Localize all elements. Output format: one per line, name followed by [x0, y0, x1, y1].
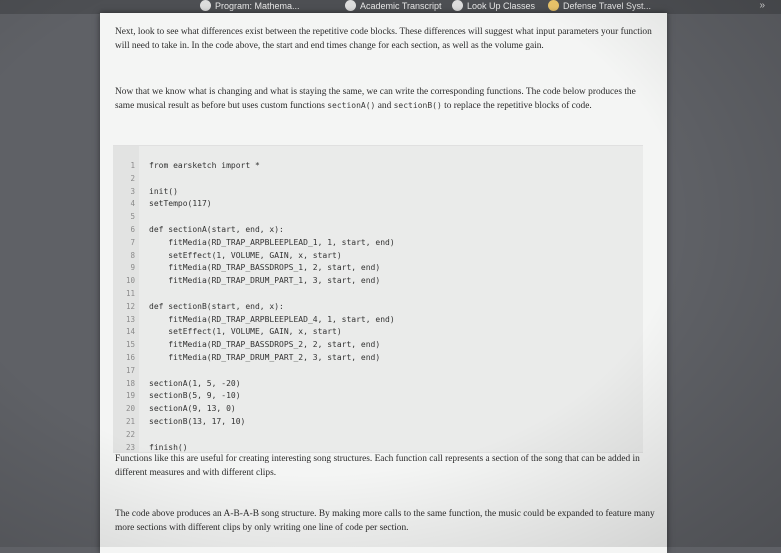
code-line[interactable]: finish() [149, 442, 188, 453]
code-line[interactable]: from earsketch import * [149, 160, 260, 171]
code-line[interactable]: init() [149, 186, 178, 197]
line-number: 16 [125, 353, 135, 362]
line-number: 7 [130, 237, 135, 247]
paragraph-text: to replace the repetitive blocks of code… [441, 101, 592, 111]
line-number: 3 [130, 186, 135, 196]
bookmarks-bar: Program: Mathema... Academic Transcript … [0, 0, 781, 14]
bookmark-program[interactable]: Program: Mathema... [200, 0, 300, 14]
line-number: 15 [125, 340, 135, 350]
code-line[interactable]: sectionB(13, 17, 10) [149, 416, 245, 427]
paragraph-abab-structure: The code above produces an A-B-A-B song … [115, 509, 655, 533]
line-number: 1 [130, 161, 135, 170]
code-line[interactable]: fitMedia(RD_TRAP_BASSDROPS_2, 2, start, … [149, 339, 380, 350]
globe-icon [452, 0, 463, 12]
paragraph-song-structures: Functions like this are useful for creat… [115, 454, 640, 478]
bookmark-look-up-classes[interactable]: Look Up Classes [452, 0, 535, 14]
code-line[interactable]: sectionA(9, 13, 0) [149, 403, 236, 414]
lesson-page: Next, look to see what differences exist… [100, 13, 667, 553]
code-line[interactable]: sectionA(1, 5, -20) [149, 378, 241, 389]
paragraph-custom-functions: Now that we know what is changing and wh… [115, 85, 655, 113]
code-line[interactable]: fitMedia(RD_TRAP_BASSDROPS_1, 2, start, … [149, 262, 380, 273]
page-icon [200, 0, 211, 12]
line-number: 5 [130, 212, 135, 222]
bookmark-academic-transcript[interactable]: Academic Transcript [345, 0, 442, 14]
bookmark-label: Look Up Classes [467, 1, 536, 11]
line-number: 14 [125, 327, 135, 337]
bookmarks-overflow-button[interactable]: » [759, 0, 765, 11]
line-number: 11 [125, 289, 135, 298]
code-line[interactable]: setTempo(117) [149, 198, 212, 209]
line-number: 6 [130, 225, 135, 234]
line-number: 2 [130, 173, 135, 183]
line-number: 21 [125, 417, 135, 426]
line-number: 13 [125, 314, 135, 324]
eagle-icon [548, 0, 559, 12]
line-number: 22 [125, 429, 135, 439]
inline-code-sectionB: sectionB() [393, 101, 442, 110]
paragraph-text: and [375, 101, 394, 111]
bookmark-defense-travel[interactable]: Defense Travel Syst... [548, 0, 651, 14]
inline-code-sectionA: sectionA() [327, 101, 376, 110]
code-line[interactable]: fitMedia(RD_TRAP_DRUM_PART_2, 3, start, … [149, 352, 380, 363]
paragraph-differences: Next, look to see what differences exist… [115, 27, 652, 51]
line-number: 12 [125, 301, 135, 311]
line-number: 17 [125, 365, 135, 375]
code-line[interactable]: def sectionA(start, end, x): [149, 224, 284, 235]
code-line[interactable]: fitMedia(RD_TRAP_ARPBLEEPLEAD_1, 1, star… [149, 237, 394, 248]
globe-icon [345, 0, 356, 12]
line-number: 19 [125, 391, 135, 401]
bookmark-label: Program: Mathema... [215, 1, 300, 11]
code-editor[interactable]: 1 from earsketch import * 2 3 init() 4 setTemp… [113, 145, 643, 453]
bookmark-label: Defense Travel Syst... [563, 1, 652, 11]
line-number: 20 [125, 404, 135, 414]
line-number: 23 [125, 442, 135, 452]
code-line[interactable]: setEffect(1, VOLUME, GAIN, x, start) [149, 250, 341, 261]
bookmark-label: Academic Transcript [360, 1, 442, 11]
code-line[interactable]: fitMedia(RD_TRAP_ARPBLEEPLEAD_4, 1, star… [149, 314, 394, 325]
code-line[interactable]: def sectionB(start, end, x): [149, 301, 284, 312]
code-line[interactable]: fitMedia(RD_TRAP_DRUM_PART_1, 3, start, … [149, 275, 380, 286]
code-line[interactable]: sectionB(5, 9, -10) [149, 390, 241, 401]
line-number: 8 [130, 250, 135, 260]
line-number: 9 [130, 263, 135, 273]
code-line[interactable]: setEffect(1, VOLUME, GAIN, x, start) [149, 326, 341, 337]
line-number: 4 [130, 199, 135, 209]
line-number: 10 [125, 276, 135, 286]
line-number: 18 [125, 378, 135, 388]
